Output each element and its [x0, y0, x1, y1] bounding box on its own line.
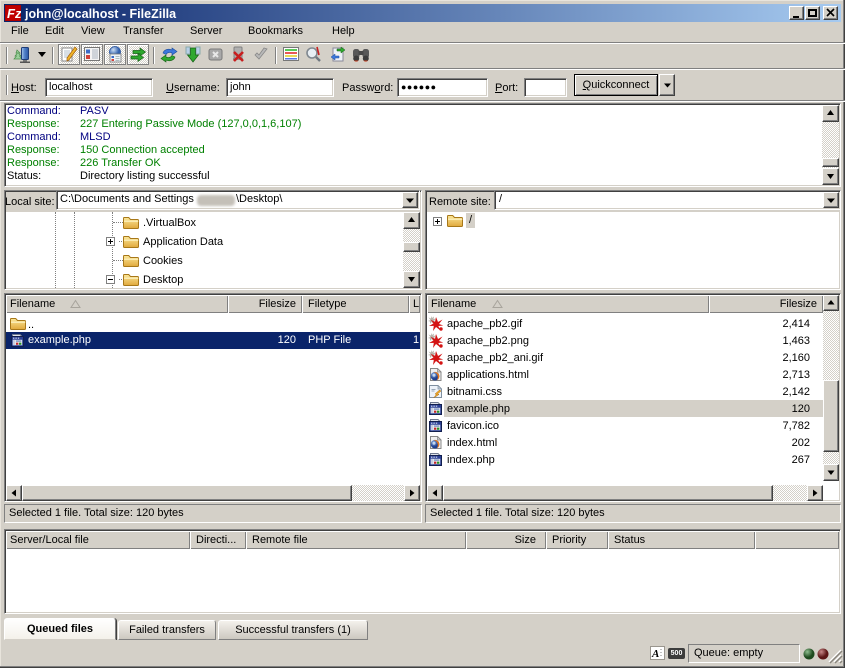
svg-text:Fz: Fz [7, 6, 21, 21]
svg-text:A: A [651, 648, 659, 659]
